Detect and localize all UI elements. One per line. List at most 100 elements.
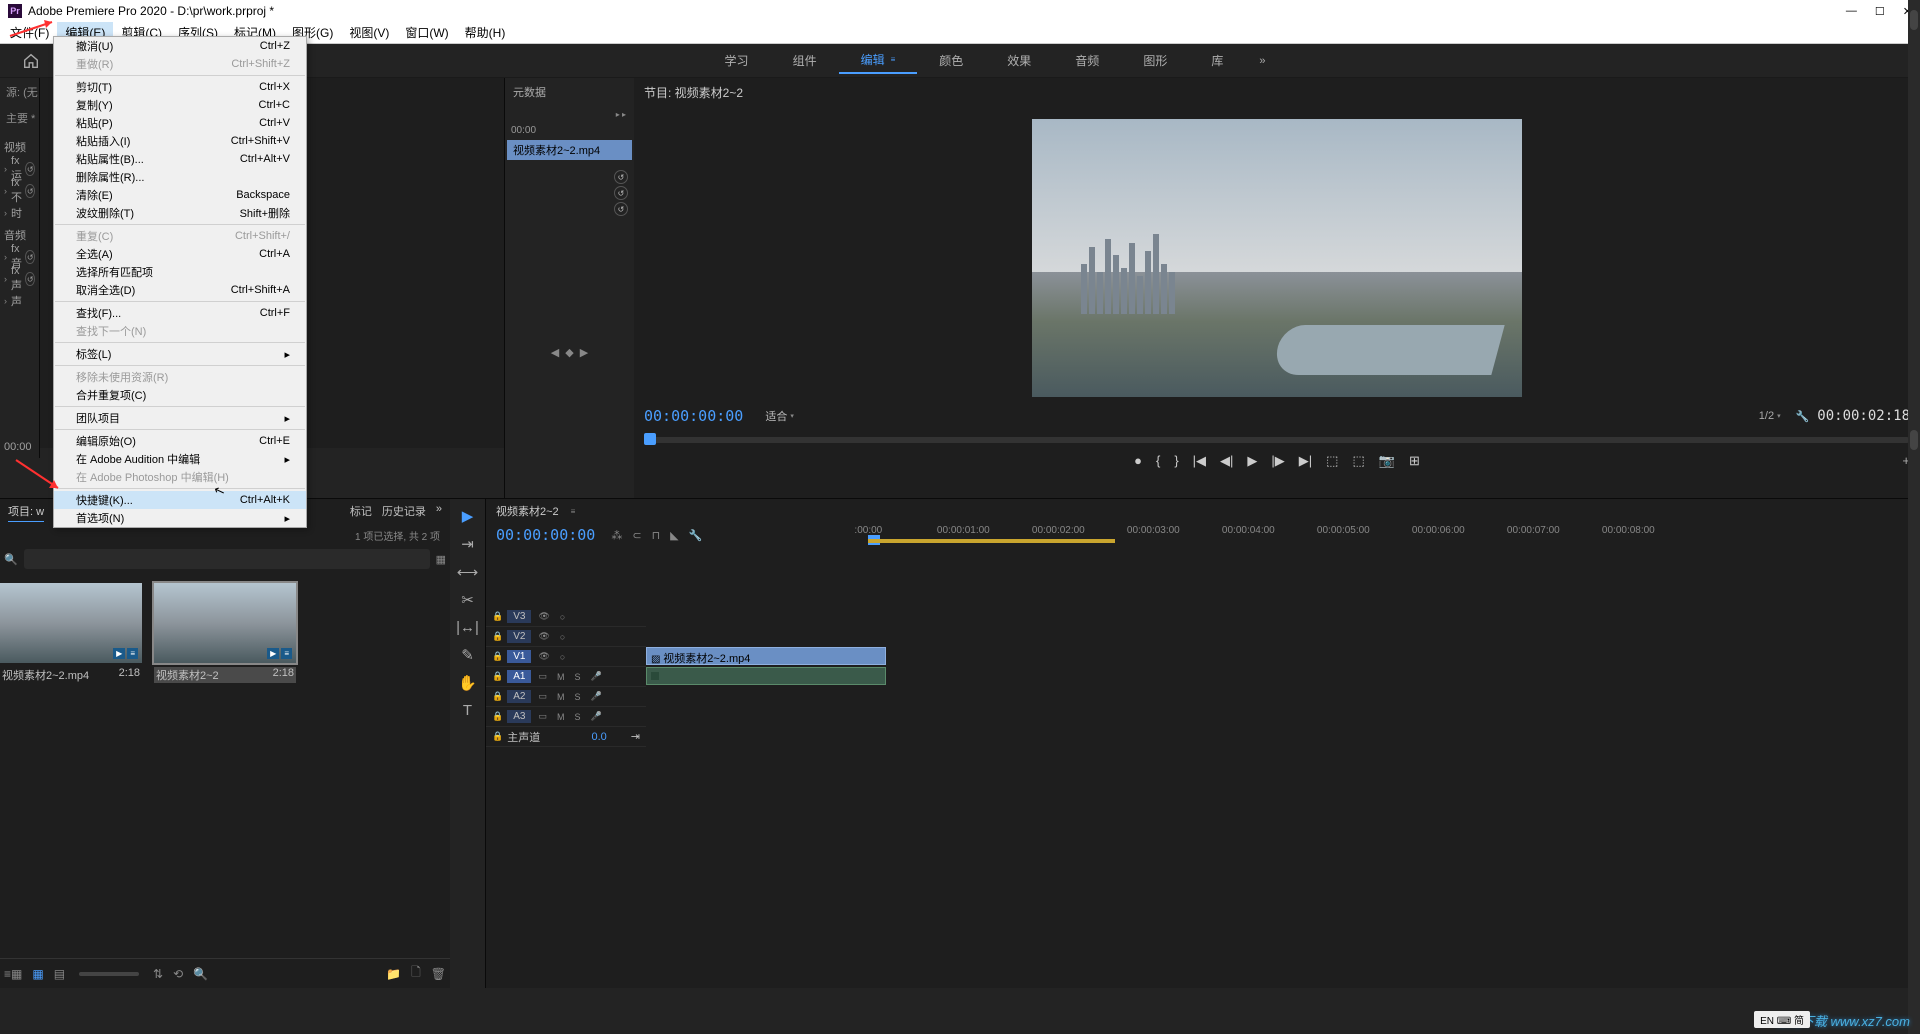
lock-icon[interactable]: 🔒 — [492, 671, 503, 682]
timeline-timecode[interactable]: 00:00:00:00 — [496, 526, 595, 544]
voice-icon[interactable]: 🎤 — [587, 671, 604, 682]
snap-icon[interactable]: ⁂ — [611, 529, 622, 542]
project-item[interactable]: ▶≡ 视频素材2~2.mp42:18 — [0, 583, 142, 683]
menu-item[interactable]: 粘贴属性(B)...Ctrl+Alt+V — [54, 150, 306, 168]
video-clip[interactable]: ▨ 视频素材2~2.mp4 — [646, 647, 886, 665]
keyframe-next-icon[interactable]: ▶ — [580, 346, 588, 359]
menu-item[interactable]: 编辑原始(O)Ctrl+E — [54, 432, 306, 450]
bin-view-icon[interactable]: ▦ — [436, 553, 446, 566]
history-tab[interactable]: 历史记录 — [382, 503, 426, 522]
project-item[interactable]: ▶≡ 视频素材2~22:18 — [154, 583, 296, 683]
vertical-scrollbar[interactable] — [1908, 547, 1920, 988]
ripple-tool-icon[interactable]: ⟷ — [457, 563, 479, 581]
work-area-bar[interactable] — [868, 539, 1115, 543]
maximize-button[interactable]: ☐ — [1875, 5, 1885, 18]
workspace-tab-学习[interactable]: 学习 — [703, 47, 771, 74]
menu-item[interactable]: 粘贴插入(I)Ctrl+Shift+V — [54, 132, 306, 150]
track-select-tool-icon[interactable]: ⇥ — [461, 535, 474, 553]
hand-tool-icon[interactable]: ✋ — [458, 674, 477, 692]
master-value[interactable]: 0.0 — [591, 731, 606, 743]
track-label[interactable]: A2 — [507, 690, 531, 703]
menu-item[interactable]: 复制(Y)Ctrl+C — [54, 96, 306, 114]
razor-tool-icon[interactable]: ✂ — [461, 591, 474, 609]
new-item-icon[interactable]: 🗋 — [411, 963, 421, 984]
menu-item[interactable]: 取消全选(D)Ctrl+Shift+A — [54, 281, 306, 299]
sequence-name[interactable]: 视频素材2~2 — [496, 503, 559, 519]
sort-icon[interactable]: ⇅ — [153, 967, 163, 981]
mute-icon[interactable]: M — [554, 672, 568, 682]
menu-item[interactable]: 标签(L)▸ — [54, 345, 306, 363]
keyframe-prev-icon[interactable]: ◀ — [551, 346, 559, 359]
lock-icon[interactable]: 🔒 — [492, 731, 503, 742]
lock-icon[interactable]: 🔒 — [492, 631, 503, 642]
type-tool-icon[interactable]: T — [463, 702, 472, 719]
source-clip-bar[interactable]: 视频素材2~2.mp4 — [507, 140, 632, 160]
icon-view-icon[interactable]: ▦ — [32, 967, 43, 981]
menu-item[interactable]: 团队项目▸ — [54, 409, 306, 427]
solo-icon[interactable]: S — [571, 712, 583, 722]
sync-lock-icon[interactable]: ○ — [557, 652, 568, 662]
voice-icon[interactable]: 🎤 — [587, 711, 604, 722]
play-icon[interactable]: ▶ — [1247, 453, 1257, 469]
menu-帮助(H)[interactable]: 帮助(H) — [457, 22, 514, 43]
step-back-icon[interactable]: ◀| — [1220, 453, 1233, 469]
menu-item[interactable]: 选择所有匹配项 — [54, 263, 306, 281]
menu-item[interactable]: 删除属性(R)... — [54, 168, 306, 186]
panel-caret-icon[interactable]: ▸ ▸ — [616, 110, 626, 119]
lift-icon[interactable]: ⬚ — [1326, 453, 1338, 469]
automate-icon[interactable]: ⟲ — [173, 967, 183, 981]
track-header-A3[interactable]: 🔒 A3 ▭ MS🎤 — [486, 707, 646, 727]
menu-视图(V)[interactable]: 视图(V) — [341, 22, 397, 43]
ime-indicator[interactable]: EN ⌨ 简 — [1754, 1011, 1810, 1028]
comparison-icon[interactable]: ⊞ — [1409, 453, 1420, 469]
workspace-tab-编辑[interactable]: 编辑≡ — [839, 51, 918, 74]
goto-in-icon[interactable]: |◀ — [1193, 453, 1206, 469]
workspace-tab-图形[interactable]: 图形 — [1121, 47, 1189, 74]
search-input[interactable] — [24, 549, 430, 569]
selection-tool-icon[interactable]: ▶ — [462, 507, 474, 525]
program-video[interactable] — [1032, 119, 1522, 397]
menu-item[interactable]: 剪切(T)Ctrl+X — [54, 78, 306, 96]
workspace-tab-颜色[interactable]: 颜色 — [917, 47, 985, 74]
lock-icon[interactable]: 🔒 — [492, 611, 503, 622]
fx-opacity[interactable]: ›fx 不↺ — [0, 180, 39, 202]
search-icon[interactable]: 🔍 — [4, 553, 18, 566]
find-icon[interactable]: 🔍 — [193, 967, 208, 981]
track-label[interactable]: V3 — [507, 610, 531, 623]
toggle-output-icon[interactable]: 👁 — [535, 611, 552, 622]
solo-icon[interactable]: S — [571, 692, 583, 702]
fx-channel[interactable]: ›fx 声↺ — [0, 268, 39, 290]
master-track[interactable]: 🔒主声道0.0⇥ — [486, 727, 646, 747]
program-scrubber[interactable] — [644, 429, 1910, 445]
workspace-tab-效果[interactable]: 效果 — [985, 47, 1053, 74]
workspace-tab-库[interactable]: 库 — [1189, 47, 1245, 74]
sync-lock-icon[interactable]: ○ — [557, 632, 568, 642]
menu-item[interactable]: 查找(F)...Ctrl+F — [54, 304, 306, 322]
toggle-output-icon[interactable]: ▭ — [535, 671, 550, 682]
track-label[interactable]: A3 — [507, 710, 531, 723]
marker-span-icon[interactable]: ⊓ — [652, 529, 661, 542]
slip-tool-icon[interactable]: |↔| — [456, 619, 479, 636]
timeline-ruler[interactable]: :00:0000:00:01:0000:00:02:0000:00:03:000… — [868, 525, 1910, 545]
toggle-output-icon[interactable]: 👁 — [535, 631, 552, 642]
menu-item[interactable]: 波纹删除(T)Shift+删除 — [54, 204, 306, 222]
toggle-output-icon[interactable]: 👁 — [535, 651, 552, 662]
time-remap[interactable]: ›时 — [0, 202, 39, 224]
workspace-tab-音频[interactable]: 音频 — [1053, 47, 1121, 74]
minimize-button[interactable]: — — [1846, 5, 1857, 18]
workspace-overflow[interactable]: » — [1245, 55, 1279, 67]
keyframe-add-icon[interactable]: ◆ — [565, 346, 573, 359]
step-fwd-icon[interactable]: |▶ — [1271, 453, 1284, 469]
settings-wrench-icon[interactable]: 🔧 — [689, 529, 703, 542]
track-label[interactable]: V2 — [507, 630, 531, 643]
lock-icon[interactable]: 🔒 — [492, 651, 503, 662]
menu-item[interactable]: 在 Adobe Audition 中编辑▸ — [54, 450, 306, 468]
marker-icon[interactable]: ● — [1134, 453, 1142, 469]
new-bin-icon[interactable]: 📁 — [386, 967, 401, 981]
menu-item[interactable]: 首选项(N)▸ — [54, 509, 306, 527]
goto-out-icon[interactable]: ▶| — [1299, 453, 1312, 469]
menu-item[interactable]: 粘贴(P)Ctrl+V — [54, 114, 306, 132]
audio-clip[interactable] — [646, 667, 886, 685]
track-header-A1[interactable]: 🔒 A1 ▭ MS🎤 — [486, 667, 646, 687]
reset-icon[interactable]: ↺ — [614, 170, 628, 184]
